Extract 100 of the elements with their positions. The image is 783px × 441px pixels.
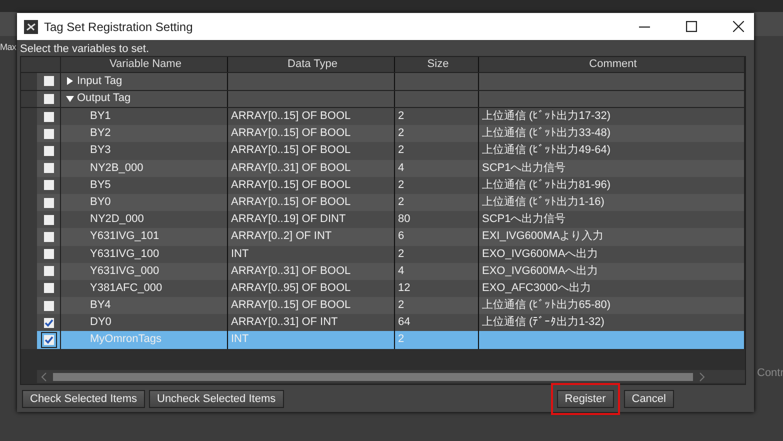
checkbox[interactable] (44, 163, 54, 174)
column-header[interactable]: Size (395, 57, 479, 72)
app-icon (24, 20, 38, 34)
table-row[interactable]: BY3 ARRAY[0..15] OF BOOL 2 上位通信 (ﾋﾞｯﾄ出力49-64) (21, 142, 745, 160)
table-cell: Y631IVG_000 (90, 264, 160, 277)
table-cell: 上位通信 (ﾋﾞｯﾄ出力65-80) (482, 299, 611, 312)
table-row[interactable]: Y381AFC_000 ARRAY[0..95] OF BOOL 12 EXO_AFC3000へ出力 (21, 280, 745, 298)
window-title: Tag Set Registration Setting (44, 20, 193, 34)
horizontal-scrollbar[interactable] (37, 370, 745, 383)
table-cell: INT (231, 333, 249, 346)
table-cell: 上位通信 (ﾋﾞｯﾄ出力33-48) (482, 127, 611, 140)
table-row[interactable]: BY5 ARRAY[0..15] OF BOOL 2 上位通信 (ﾋﾞｯﾄ出力81-96) (21, 176, 745, 194)
instruction-text: Select the variables to set. (20, 42, 150, 56)
table-cell: 上位通信 (ﾋﾞｯﾄ出力1-16) (482, 196, 604, 208)
checkbox[interactable] (44, 94, 54, 104)
table-cell: 上位通信 (ﾃﾞｰﾀ出力1-32) (482, 316, 604, 328)
checkbox[interactable] (44, 76, 54, 86)
column-header[interactable]: Comment (479, 57, 745, 72)
table-cell: BY0 (90, 196, 111, 208)
table-cell: ARRAY[0..15] OF BOOL (231, 110, 351, 122)
table-cell: ARRAY[0..2] OF INT (231, 230, 332, 242)
action-button[interactable]: Check Selected Items (22, 390, 145, 408)
table-row[interactable]: BY2 ARRAY[0..15] OF BOOL 2 上位通信 (ﾋﾞｯﾄ出力33-48) (21, 125, 745, 142)
dialog-button[interactable]: Cancel (624, 390, 674, 408)
checkbox[interactable] (44, 214, 54, 225)
checkbox[interactable] (44, 266, 54, 276)
group-label[interactable]: Output Tag (77, 90, 131, 107)
table-row[interactable]: DY0 ARRAY[0..31] OF INT 64 上位通信 (ﾃﾞｰﾀ出力1-32) (21, 314, 745, 332)
table-cell: EXI_IVG600MAより入力 (482, 230, 604, 242)
table-cell: NY2D_000 (90, 213, 144, 226)
table-cell: 2 (398, 248, 404, 260)
table-cell: BY2 (90, 127, 111, 140)
column-header[interactable]: Data Type (228, 57, 395, 72)
table-cell: ARRAY[0..31] OF BOOL (231, 162, 351, 174)
table-row[interactable]: NY2B_000 ARRAY[0..31] OF BOOL 4 SCP1へ出力信号 (21, 160, 745, 177)
table-cell: 2 (398, 110, 404, 122)
table-cell: ARRAY[0..31] OF BOOL (231, 264, 351, 277)
table-cell: 2 (398, 299, 404, 312)
table-cell: 64 (398, 316, 410, 328)
maximize-icon[interactable] (686, 21, 697, 32)
table-cell: NY2B_000 (90, 162, 144, 174)
checkbox[interactable] (44, 128, 54, 139)
checkbox[interactable] (44, 112, 54, 122)
group-row[interactable]: Output Tag (21, 90, 745, 108)
table-cell: DY0 (90, 316, 112, 328)
table-cell: BY3 (90, 144, 111, 156)
table-cell: EXO_IVG600MAへ出力 (482, 248, 598, 260)
table-cell: 上位通信 (ﾋﾞｯﾄ出力49-64) (482, 144, 611, 156)
expand-icon[interactable] (66, 94, 74, 103)
checkbox[interactable] (44, 180, 54, 190)
table-cell: EXO_IVG600MAへ出力 (482, 264, 598, 277)
scroll-thumb[interactable] (53, 372, 693, 380)
checkbox[interactable] (44, 283, 54, 294)
table-cell: ARRAY[0..15] OF BOOL (231, 178, 351, 191)
table-cell: SCP1へ出力信号 (482, 213, 566, 226)
table-cell: Y381AFC_000 (90, 282, 162, 294)
table-cell: Y631IVG_101 (90, 230, 160, 242)
checkbox[interactable] (44, 300, 54, 311)
action-button[interactable]: Uncheck Selected Items (149, 390, 284, 408)
table-cell: 2 (398, 178, 404, 191)
table-cell: 上位通信 (ﾋﾞｯﾄ出力81-96) (482, 178, 611, 191)
checkbox[interactable] (44, 232, 54, 242)
table-cell: 4 (398, 162, 404, 174)
table-cell: ARRAY[0..95] OF BOOL (231, 282, 351, 294)
field-label: Max (0, 42, 16, 52)
table-cell: 2 (398, 333, 404, 346)
checkbox[interactable] (44, 146, 54, 156)
group-row[interactable]: Input Tag (21, 73, 745, 90)
table-cell: ARRAY[0..15] OF BOOL (231, 144, 351, 156)
table-cell: 2 (398, 196, 404, 208)
dialog-button[interactable]: Register (556, 390, 614, 408)
table-cell: 2 (398, 144, 404, 156)
group-label[interactable]: Input Tag (77, 73, 122, 90)
table-cell: 4 (398, 264, 404, 277)
checkbox[interactable] (44, 335, 54, 346)
table-cell: INT (231, 248, 249, 260)
table-cell: ARRAY[0..31] OF INT (231, 316, 338, 328)
table-row[interactable]: Y631IVG_100 INT 2 EXO_IVG600MAへ出力 (21, 246, 745, 263)
checkbox[interactable] (44, 249, 54, 260)
table-cell: MyOmronTags (90, 333, 162, 346)
table-cell: 6 (398, 230, 404, 242)
checkbox[interactable] (44, 198, 54, 208)
table-cell: 上位通信 (ﾋﾞｯﾄ出力17-32) (482, 110, 611, 122)
table-row[interactable]: Y631IVG_101 ARRAY[0..2] OF INT 6 EXI_IVG600MAより入力 (21, 228, 745, 246)
close-icon[interactable] (733, 21, 744, 32)
expand-icon[interactable] (66, 77, 74, 86)
table-row[interactable]: BY4 ARRAY[0..15] OF BOOL 2 上位通信 (ﾋﾞｯﾄ出力65-80) (21, 297, 745, 314)
table-row[interactable]: Y631IVG_000 ARRAY[0..31] OF BOOL 4 EXO_IVG600MAへ出力 (21, 262, 745, 280)
checkbox[interactable] (44, 318, 54, 328)
table-cell: BY1 (90, 110, 111, 122)
column-header[interactable]: Variable Name (61, 57, 228, 72)
table-cell: BY4 (90, 299, 111, 312)
table-cell: 80 (398, 213, 410, 226)
table-row[interactable]: NY2D_000 ARRAY[0..19] OF DINT 80 SCP1へ出力信号 (21, 211, 745, 228)
table-cell: 2 (398, 127, 404, 140)
table-row[interactable]: BY0 ARRAY[0..15] OF BOOL 2 上位通信 (ﾋﾞｯﾄ出力1-16) (21, 194, 745, 212)
table-cell: BY5 (90, 178, 111, 191)
table-row[interactable]: BY1 ARRAY[0..15] OF BOOL 2 上位通信 (ﾋﾞｯﾄ出力17-32) (21, 108, 745, 126)
table-cell: ARRAY[0..15] OF BOOL (231, 299, 351, 312)
table-cell: Y631IVG_100 (90, 248, 160, 260)
